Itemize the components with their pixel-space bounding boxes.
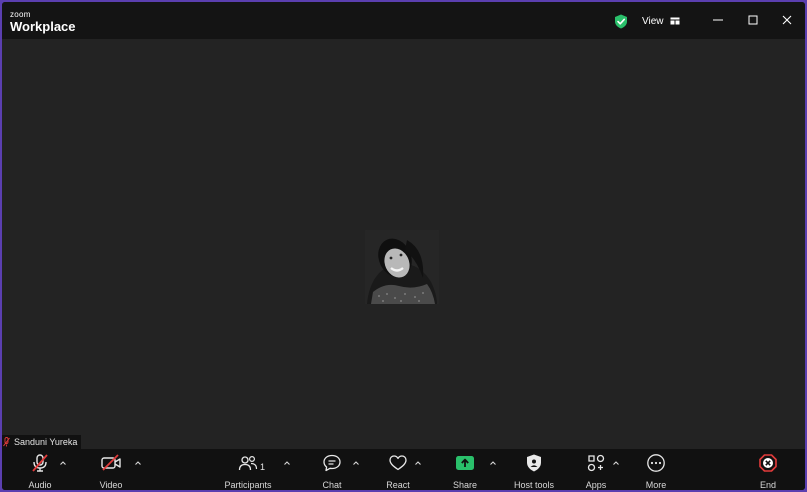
title-bar: zoom Workplace View bbox=[2, 2, 805, 39]
end-meeting-button[interactable]: End bbox=[754, 449, 782, 490]
maximize-icon bbox=[748, 15, 758, 25]
video-off-icon bbox=[101, 453, 121, 471]
audio-label: Audio bbox=[28, 480, 52, 490]
participants-button[interactable]: Participants bbox=[220, 449, 276, 490]
share-label: Share bbox=[452, 480, 478, 490]
video-stage: Sanduni Yureka bbox=[2, 39, 805, 449]
apps-icon bbox=[587, 454, 605, 471]
host-tools-button[interactable]: Host tools bbox=[508, 449, 560, 490]
share-button[interactable]: Share bbox=[448, 449, 482, 490]
participant-name: Sanduni Yureka bbox=[14, 437, 78, 447]
end-call-icon bbox=[759, 453, 777, 472]
participants-label: Participants bbox=[224, 480, 272, 490]
brand-zoom: zoom bbox=[10, 10, 31, 19]
video-options-caret-icon[interactable] bbox=[133, 458, 143, 468]
video-label: Video bbox=[99, 480, 123, 490]
zoom-window: zoom Workplace View Sanduni Yureka Audio… bbox=[2, 2, 805, 490]
view-grid-icon bbox=[670, 17, 679, 25]
participant-name-tag: Sanduni Yureka bbox=[2, 435, 82, 449]
video-button[interactable]: Video bbox=[92, 449, 130, 490]
react-label: React bbox=[386, 480, 410, 490]
share-options-caret-icon[interactable] bbox=[488, 458, 498, 468]
audio-button[interactable]: Audio bbox=[22, 449, 58, 490]
participants-options-caret-icon[interactable] bbox=[282, 458, 292, 468]
maximize-button[interactable] bbox=[745, 12, 761, 28]
apps-options-caret-icon[interactable] bbox=[611, 458, 621, 468]
participants-count: 1 bbox=[260, 462, 266, 472]
brand-workplace: Workplace bbox=[10, 19, 76, 34]
more-label: More bbox=[645, 480, 667, 490]
participants-icon bbox=[238, 455, 258, 470]
close-button[interactable] bbox=[779, 12, 795, 28]
share-screen-icon bbox=[456, 455, 474, 470]
avatar-photo bbox=[365, 230, 439, 304]
shield-check-icon[interactable] bbox=[614, 14, 628, 29]
chat-options-caret-icon[interactable] bbox=[351, 458, 361, 468]
apps-label: Apps bbox=[585, 480, 607, 490]
view-button[interactable]: View bbox=[642, 13, 680, 29]
heart-icon bbox=[389, 454, 407, 470]
host-shield-icon bbox=[527, 454, 541, 471]
react-options-caret-icon[interactable] bbox=[413, 458, 423, 468]
mic-muted-icon bbox=[32, 453, 48, 472]
view-label: View bbox=[642, 15, 664, 27]
audio-options-caret-icon[interactable] bbox=[58, 458, 68, 468]
participant-avatar[interactable] bbox=[365, 230, 439, 304]
minimize-icon bbox=[713, 19, 723, 21]
react-button[interactable]: React bbox=[381, 449, 415, 490]
muted-mic-icon bbox=[3, 437, 10, 447]
close-icon bbox=[782, 15, 792, 25]
more-button[interactable]: More bbox=[640, 449, 672, 490]
more-icon bbox=[647, 453, 665, 472]
chat-label: Chat bbox=[322, 480, 342, 490]
chat-icon bbox=[323, 454, 341, 471]
host-tools-label: Host tools bbox=[513, 480, 555, 490]
chat-button[interactable]: Chat bbox=[316, 449, 348, 490]
end-label: End bbox=[759, 480, 776, 490]
minimize-button[interactable] bbox=[710, 12, 726, 28]
apps-button[interactable]: Apps bbox=[580, 449, 612, 490]
meeting-toolbar: Audio Video Participants 1 Chat React Sh… bbox=[2, 449, 805, 490]
